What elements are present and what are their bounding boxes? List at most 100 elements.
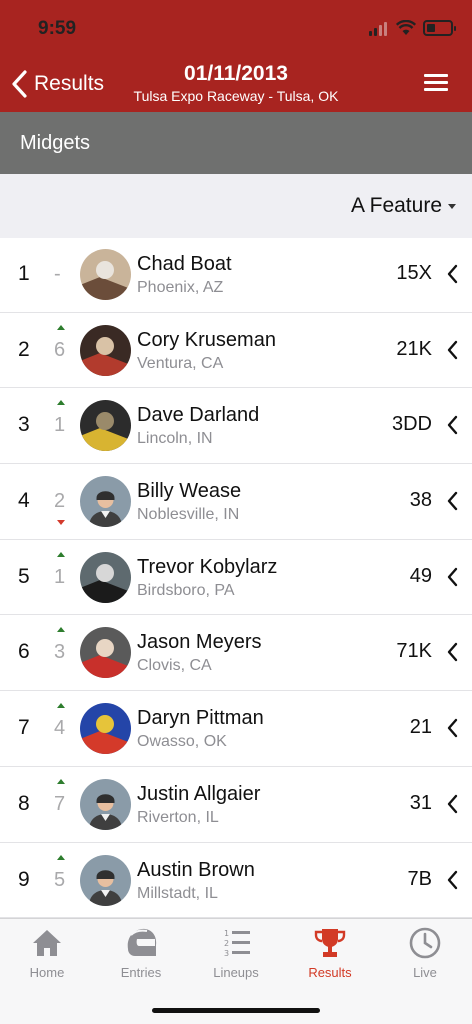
chevron-left-icon[interactable] bbox=[446, 567, 458, 587]
driver-name: Daryn Pittman bbox=[137, 707, 264, 730]
car-number: 31 bbox=[409, 791, 432, 814]
result-row[interactable]: 3 1 Dave Darland Lincoln, IN 3DD bbox=[0, 388, 472, 465]
position-change: 5 bbox=[50, 843, 72, 918]
chevron-left-icon[interactable] bbox=[446, 794, 458, 814]
driver-avatar bbox=[80, 703, 131, 755]
driver-avatar bbox=[80, 400, 131, 452]
driver-name: Chad Boat bbox=[137, 253, 232, 275]
finish-position: 5 bbox=[18, 564, 30, 588]
position-change: 6 bbox=[50, 313, 72, 388]
finish-position: 3 bbox=[18, 413, 30, 437]
position-change: 7 bbox=[50, 767, 72, 842]
finish-position: 4 bbox=[18, 489, 30, 513]
position-up-icon bbox=[57, 627, 65, 633]
driver-name: Trevor Kobylarz bbox=[137, 555, 278, 578]
tab-entries[interactable]: Entries bbox=[94, 919, 188, 989]
finish-position: 1 bbox=[18, 262, 30, 285]
result-row[interactable]: 6 3 Jason Meyers Clovis, CA 71K bbox=[0, 615, 472, 692]
result-row[interactable]: 7 4 Daryn Pittman Owasso, OK 21 bbox=[0, 691, 472, 767]
result-row[interactable]: 1 - Chad Boat Phoenix, AZ 15X bbox=[0, 237, 472, 313]
position-down-icon bbox=[57, 520, 65, 526]
lineups-icon: 1 2 3 bbox=[224, 929, 250, 958]
caret-down-icon bbox=[448, 203, 456, 209]
feature-dropdown-label: A Feature bbox=[350, 194, 442, 217]
tab-live[interactable]: Live bbox=[378, 919, 472, 989]
wifi-icon bbox=[396, 20, 416, 35]
chevron-left-icon[interactable] bbox=[446, 340, 458, 360]
filter-bar: A Feature bbox=[0, 174, 472, 238]
driver-hometown: Ventura, CA bbox=[137, 354, 224, 372]
position-up-icon bbox=[57, 324, 65, 330]
driver-hometown: Lincoln, IN bbox=[137, 430, 213, 448]
driver-avatar bbox=[80, 627, 131, 679]
tab-home[interactable]: Home bbox=[0, 919, 94, 989]
driver-avatar bbox=[80, 324, 131, 376]
helmet-icon bbox=[127, 928, 157, 956]
result-row[interactable]: 5 1 Trevor Kobylarz Birdsboro, PA 49 bbox=[0, 540, 472, 616]
driver-hometown: Riverton, IL bbox=[137, 808, 219, 826]
car-number: 15X bbox=[396, 262, 432, 284]
svg-text:2: 2 bbox=[224, 939, 229, 948]
svg-text:1: 1 bbox=[224, 929, 229, 938]
driver-hometown: Clovis, CA bbox=[137, 657, 212, 675]
position-change: 1 bbox=[50, 540, 72, 615]
car-number: 21K bbox=[396, 337, 432, 360]
driver-name: Dave Darland bbox=[137, 404, 260, 427]
status-time: 9:59 bbox=[38, 18, 77, 39]
car-number: 71K bbox=[396, 640, 432, 663]
home-indicator bbox=[152, 1008, 320, 1013]
position-change-value: - bbox=[54, 263, 61, 285]
nav-bar: Results 01/11/2013 Tulsa Expo Raceway - … bbox=[0, 56, 472, 112]
class-header: Midgets bbox=[0, 112, 472, 174]
tab-entries-label: Entries bbox=[120, 965, 162, 980]
position-change-value: 3 bbox=[54, 641, 66, 664]
clock-icon bbox=[409, 927, 441, 959]
chevron-left-icon[interactable] bbox=[446, 718, 458, 738]
tab-live-label: Live bbox=[413, 965, 437, 980]
position-up-icon bbox=[57, 703, 65, 709]
result-row[interactable]: 8 7 Justin Allgaier Riverton, IL 31 bbox=[0, 767, 472, 843]
result-row[interactable]: 4 2 Billy Wease Noblesville, IN 38 bbox=[0, 464, 472, 540]
status-bar: 9:59 bbox=[0, 0, 472, 56]
driver-name: Austin Brown bbox=[137, 858, 255, 881]
finish-position: 6 bbox=[18, 640, 30, 664]
position-up-icon bbox=[57, 778, 65, 784]
car-number: 38 bbox=[409, 489, 432, 512]
position-change: 2 bbox=[50, 464, 72, 539]
menu-button[interactable] bbox=[424, 72, 450, 94]
position-change: - bbox=[50, 237, 72, 312]
page-title: 01/11/2013 bbox=[184, 62, 288, 85]
finish-position: 8 bbox=[18, 791, 30, 815]
tab-home-label: Home bbox=[29, 965, 65, 980]
position-change-value: 1 bbox=[54, 414, 66, 437]
driver-hometown: Owasso, OK bbox=[137, 733, 227, 751]
tab-results-label: Results bbox=[308, 965, 352, 980]
chevron-left-icon[interactable] bbox=[446, 264, 458, 284]
results-list: 1 - Chad Boat Phoenix, AZ 15X 2 6 Cory Kruseman… bbox=[0, 237, 472, 919]
chevron-left-icon[interactable] bbox=[446, 491, 458, 511]
car-number: 7B bbox=[407, 867, 432, 890]
position-change: 1 bbox=[50, 388, 72, 463]
driver-name: Justin Allgaier bbox=[137, 782, 261, 805]
driver-hometown: Noblesville, IN bbox=[137, 506, 240, 524]
chevron-left-icon[interactable] bbox=[446, 415, 458, 435]
tab-results[interactable]: Results bbox=[283, 919, 377, 989]
tab-lineups[interactable]: 1 2 3 Lineups bbox=[189, 919, 283, 989]
result-row[interactable]: 2 6 Cory Kruseman Ventura, CA 21K bbox=[0, 313, 472, 389]
chevron-left-icon[interactable] bbox=[446, 642, 458, 662]
driver-avatar bbox=[80, 854, 131, 906]
position-change-value: 5 bbox=[54, 868, 66, 891]
home-icon bbox=[33, 930, 61, 956]
driver-avatar bbox=[80, 551, 131, 603]
chevron-left-icon[interactable] bbox=[446, 870, 458, 890]
result-row[interactable]: 9 5 Austin Brown Millstadt, IL 7B bbox=[0, 843, 472, 919]
feature-dropdown[interactable]: A Feature bbox=[351, 194, 456, 218]
position-change-value: 7 bbox=[54, 792, 66, 815]
driver-avatar bbox=[80, 249, 131, 300]
tab-lineups-label: Lineups bbox=[213, 965, 259, 980]
position-change-value: 4 bbox=[54, 717, 66, 740]
driver-hometown: Phoenix, AZ bbox=[137, 279, 224, 296]
trophy-icon bbox=[314, 929, 346, 957]
driver-avatar bbox=[80, 778, 131, 830]
class-title: Midgets bbox=[20, 132, 91, 154]
